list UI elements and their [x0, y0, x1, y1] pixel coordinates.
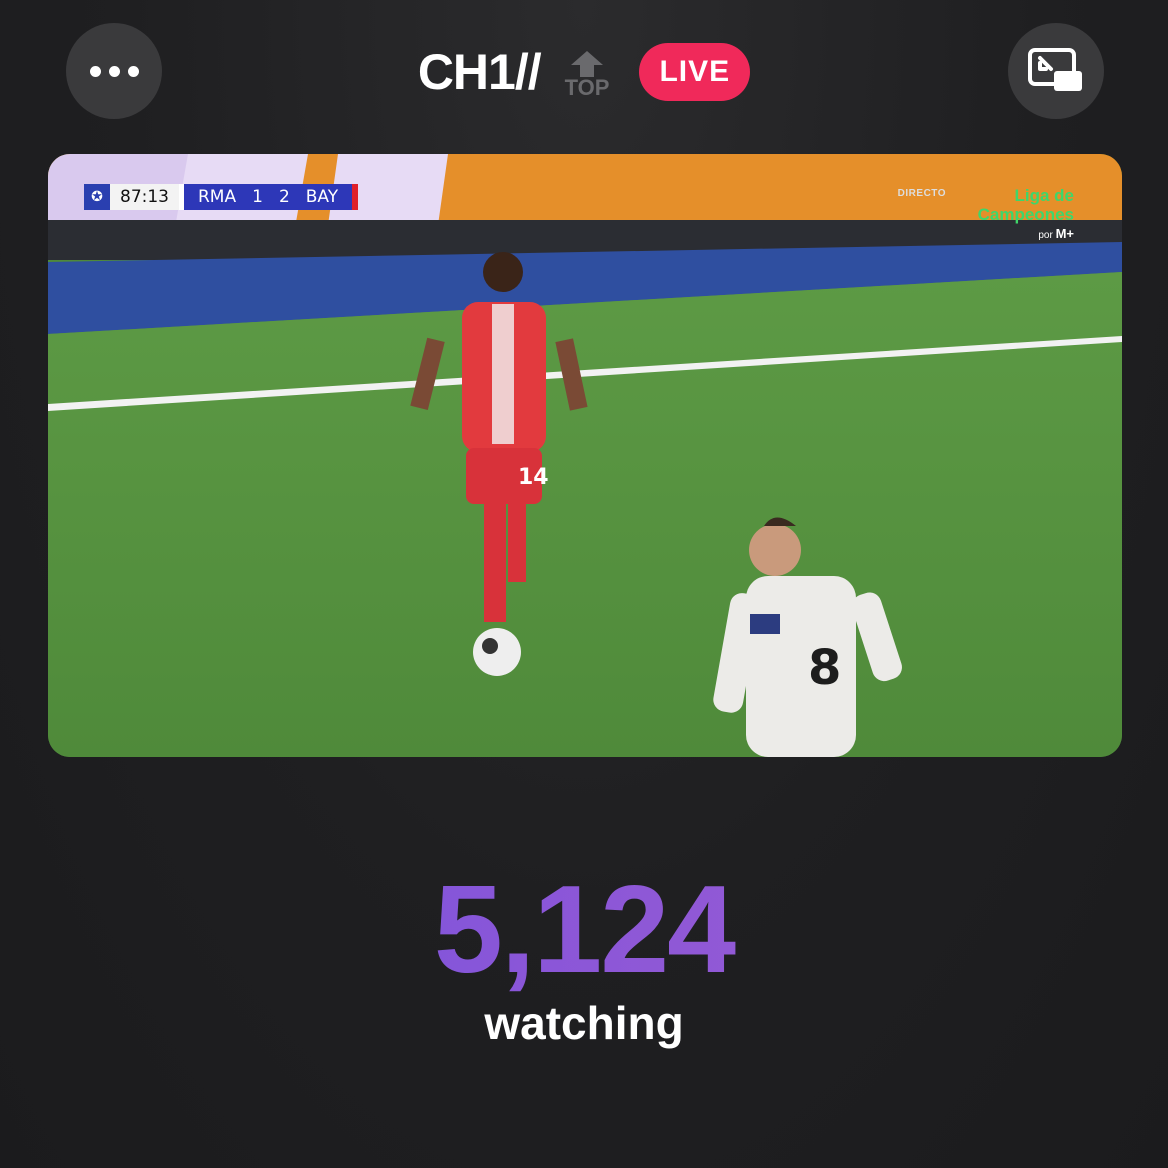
football [473, 628, 521, 676]
picture-in-picture-button[interactable] [1008, 23, 1104, 119]
top-label: TOP [564, 75, 610, 100]
top-badge[interactable]: TOP [564, 51, 610, 100]
por-label: por [1038, 230, 1053, 241]
live-badge: LIVE [639, 43, 751, 101]
video-player[interactable]: 14 8 ✪ 87:13 RMA 1 2 BAY DIRECTO Liga de [48, 154, 1122, 757]
competition-line1: Liga de [1014, 186, 1074, 205]
network-name: M+ [1055, 226, 1074, 241]
red-player-number: 14 [518, 465, 549, 490]
up-arrow-icon [571, 51, 604, 77]
directo-label: DIRECTO [897, 188, 946, 199]
home-team: RMA [198, 187, 237, 207]
competition-line2: Campeones [977, 205, 1074, 224]
broadcaster-watermark: DIRECTO Liga de Campeones por M+ [898, 186, 1074, 241]
champions-league-icon: ✪ [84, 184, 110, 210]
scoreboard: ✪ 87:13 RMA 1 2 BAY [84, 184, 359, 210]
network-credit: por M+ [978, 226, 1074, 241]
score-teams: RMA 1 2 BAY [184, 184, 353, 210]
away-team: BAY [305, 187, 339, 207]
viewer-count: 5,124 [0, 860, 1168, 1000]
channel-header: CH1// TOP LIVE [0, 36, 1168, 108]
channel-name: CH1// [417, 44, 542, 100]
picture-in-picture-exit-icon [1028, 48, 1082, 91]
viewer-label: watching [484, 997, 684, 1049]
white-player-number: 8 [808, 640, 841, 696]
video-frame: 14 8 [48, 154, 1122, 757]
away-score: 2 [278, 187, 290, 207]
match-time: 87:13 [110, 184, 179, 210]
home-score: 1 [252, 187, 263, 207]
